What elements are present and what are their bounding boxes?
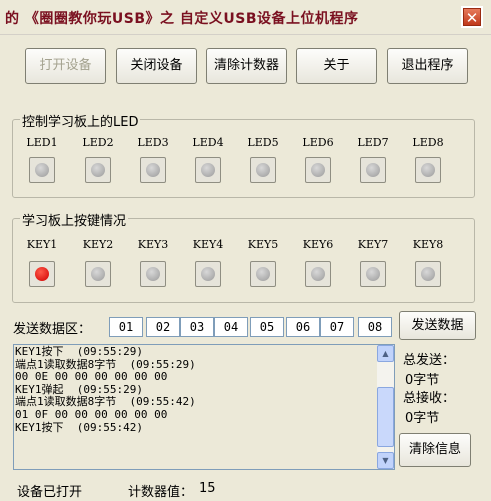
key-state-indicator-6 (305, 261, 331, 287)
led-group-title: 控制学习板上的LED (20, 111, 141, 130)
key-state-icon (91, 267, 105, 281)
total-sent-value: 0字节 (405, 373, 440, 388)
exit-button[interactable]: 退出程序 (387, 48, 468, 84)
close-window-button[interactable]: ✕ (461, 6, 483, 28)
led-toggle-button-1[interactable] (29, 157, 55, 183)
key-state-icon (146, 267, 160, 281)
key-state-icon (421, 267, 435, 281)
key-group (12, 218, 475, 303)
key-state-icon (366, 267, 380, 281)
send-byte-input-7[interactable]: 07 (320, 317, 354, 337)
key-state-indicator-5 (250, 261, 276, 287)
key-label: KEY1 (26, 238, 58, 251)
led-indicator-icon (311, 163, 325, 177)
scroll-down-icon[interactable]: ▼ (377, 452, 394, 469)
led-label: LED8 (412, 136, 444, 149)
send-byte-input-2[interactable]: 02 (146, 317, 180, 337)
key-label: KEY7 (357, 238, 389, 251)
send-byte-input-1[interactable]: 01 (109, 317, 143, 337)
key-label: KEY3 (137, 238, 169, 251)
send-byte-input-3[interactable]: 03 (180, 317, 214, 337)
total-sent-label: 总发送： (403, 353, 456, 368)
open-device-button[interactable]: 打开设备 (25, 48, 106, 84)
key-state-indicator-1 (29, 261, 55, 287)
log-text: KEY1按下 (09:55:29) 端点1读取数据8字节 (09:55:29) 00… (15, 345, 196, 434)
led-label: LED3 (137, 136, 169, 149)
send-byte-input-5[interactable]: 05 (250, 317, 284, 337)
log-scrollbar[interactable]: ▲ ▼ (377, 345, 394, 469)
led-toggle-button-6[interactable] (305, 157, 331, 183)
counter-value: 15 (199, 481, 216, 496)
key-state-icon (311, 267, 325, 281)
led-toggle-button-5[interactable] (250, 157, 276, 183)
log-line: KEY1按下 (09:55:42) (15, 420, 143, 434)
send-byte-input-6[interactable]: 06 (286, 317, 320, 337)
key-state-indicator-7 (360, 261, 386, 287)
led-toggle-button-8[interactable] (415, 157, 441, 183)
led-indicator-icon (421, 163, 435, 177)
led-label: LED1 (26, 136, 58, 149)
led-indicator-icon (91, 163, 105, 177)
device-status: 设备已打开 (17, 485, 83, 500)
message-log[interactable]: KEY1按下 (09:55:29) 端点1读取数据8字节 (09:55:29) 00… (13, 344, 395, 470)
scroll-up-icon[interactable]: ▲ (377, 345, 394, 362)
key-state-icon (256, 267, 270, 281)
led-toggle-button-4[interactable] (195, 157, 221, 183)
led-group (12, 119, 475, 198)
led-toggle-button-7[interactable] (360, 157, 386, 183)
led-label: LED4 (192, 136, 224, 149)
led-indicator-icon (146, 163, 160, 177)
led-indicator-icon (256, 163, 270, 177)
led-indicator-icon (201, 163, 215, 177)
key-state-indicator-8 (415, 261, 441, 287)
title-bar: 的 《圈圈教你玩USB》之 自定义USB设备上位机程序 ✕ (0, 0, 491, 35)
led-label: LED2 (82, 136, 114, 149)
about-button[interactable]: 关于 (296, 48, 377, 84)
key-label: KEY5 (247, 238, 279, 251)
scroll-thumb[interactable] (377, 387, 394, 447)
clear-counter-button[interactable]: 清除计数器 (206, 48, 287, 84)
key-state-indicator-3 (140, 261, 166, 287)
log-line: 00 0E 00 00 00 00 00 00 (15, 370, 168, 384)
close-icon[interactable]: ✕ (463, 8, 481, 27)
led-label: LED5 (247, 136, 279, 149)
total-recv-label: 总接收： (403, 391, 456, 406)
led-toggle-button-3[interactable] (140, 157, 166, 183)
key-label: KEY8 (412, 238, 444, 251)
led-label: LED7 (357, 136, 389, 149)
key-state-indicator-4 (195, 261, 221, 287)
send-byte-input-8[interactable]: 08 (358, 317, 392, 337)
counter-label: 计数器值： (128, 485, 194, 500)
led-toggle-button-2[interactable] (85, 157, 111, 183)
total-recv-value: 0字节 (405, 411, 440, 426)
send-area-label: 发送数据区： (13, 322, 92, 337)
key-state-indicator-2 (85, 261, 111, 287)
clear-info-button[interactable]: 清除信息 (399, 433, 471, 467)
led-indicator-icon (366, 163, 380, 177)
led-indicator-icon (35, 163, 49, 177)
close-device-button[interactable]: 关闭设备 (116, 48, 197, 84)
key-label: KEY6 (302, 238, 334, 251)
log-line: KEY1按下 (09:55:29) (15, 345, 143, 358)
key-state-icon (201, 267, 215, 281)
window-title: 的 《圈圈教你玩USB》之 自定义USB设备上位机程序 (5, 11, 359, 27)
key-group-title: 学习板上按键情况 (20, 210, 129, 229)
key-label: KEY4 (192, 238, 224, 251)
key-state-icon (35, 267, 49, 281)
send-data-button[interactable]: 发送数据 (399, 311, 476, 340)
log-line: 01 0F 00 00 00 00 00 00 (15, 407, 168, 421)
send-byte-input-4[interactable]: 04 (214, 317, 248, 337)
key-label: KEY2 (82, 238, 114, 251)
led-label: LED6 (302, 136, 334, 149)
